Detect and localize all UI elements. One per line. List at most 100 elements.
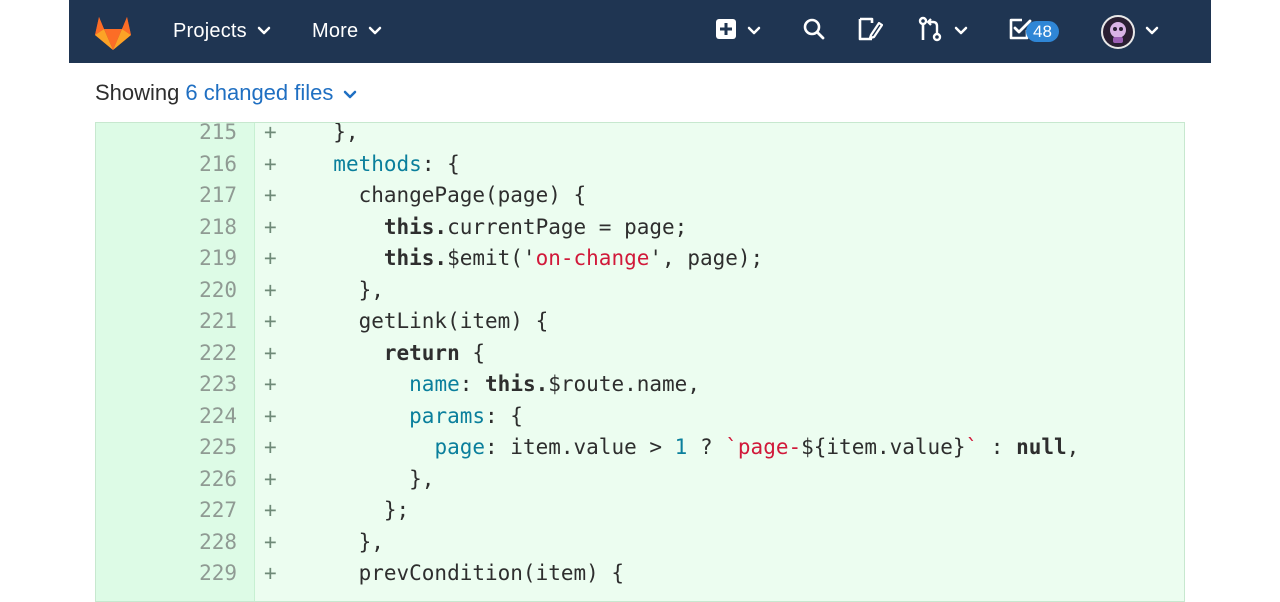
diff-line: 217 + changePage(page) {: [96, 180, 1184, 212]
code-line: },: [308, 527, 384, 559]
diff-line: 221 + getLink(item) {: [96, 306, 1184, 338]
added-line-marker: +: [264, 122, 277, 144]
code-token: params: [409, 403, 486, 428]
line-number[interactable]: 216: [175, 149, 237, 181]
code-token: page: [434, 435, 486, 459]
code-line: this.currentPage = page;: [308, 212, 687, 244]
chevron-down-icon: [954, 23, 968, 41]
line-number[interactable]: 221: [175, 306, 237, 338]
diff-line: 215 + },: [96, 122, 1184, 149]
line-number[interactable]: 217: [175, 180, 237, 212]
line-number[interactable]: 227: [175, 495, 237, 527]
issues-icon: [857, 17, 884, 46]
code-token: getLink(item) {: [308, 309, 549, 333]
line-number[interactable]: 215: [175, 123, 237, 149]
code-token: },: [308, 466, 435, 491]
code-token: `page-: [725, 435, 802, 459]
code-token: methods: [333, 151, 422, 176]
line-number[interactable]: 223: [175, 369, 237, 401]
todos-button[interactable]: 48: [1008, 0, 1059, 63]
more-label: More: [312, 20, 359, 42]
issues-button[interactable]: [857, 0, 884, 63]
search-icon: [803, 18, 825, 45]
code-token: this.: [383, 214, 448, 239]
code-token: this.: [383, 246, 448, 270]
chevron-down-icon: [343, 80, 357, 106]
code-line: name: this.$route.name,: [308, 369, 700, 401]
added-line-marker: +: [264, 403, 277, 428]
code-token: : {: [421, 151, 460, 176]
line-number[interactable]: 220: [175, 275, 237, 307]
added-line-marker: +: [264, 561, 277, 585]
code-token: {: [459, 340, 486, 365]
plus-square-icon: [715, 18, 737, 45]
added-line-marker: +: [264, 183, 277, 207]
code-token: null: [1016, 435, 1067, 459]
projects-menu[interactable]: Projects: [173, 0, 271, 63]
code-token: ?: [687, 435, 726, 459]
code-line: },: [308, 122, 359, 149]
line-number[interactable]: 219: [175, 243, 237, 275]
user-menu[interactable]: [1101, 0, 1159, 63]
new-dropdown-button[interactable]: [715, 0, 761, 63]
line-number[interactable]: 225: [175, 432, 237, 464]
code-token: 1: [674, 435, 688, 459]
added-line-marker: +: [264, 529, 277, 554]
code-line: };: [308, 495, 409, 527]
code-line: },: [308, 275, 384, 307]
gitlab-logo-icon[interactable]: [93, 0, 133, 63]
search-button[interactable]: [803, 0, 825, 63]
added-line-marker: +: [264, 466, 277, 491]
code-token: :: [978, 435, 1017, 459]
code-line: params: {: [308, 401, 523, 433]
code-token: : item.value >: [485, 435, 675, 459]
code-token: ${item.value}: [801, 435, 966, 459]
diff-line: 220 + },: [96, 275, 1184, 307]
added-line-marker: +: [264, 277, 277, 302]
showing-label: Showing: [95, 80, 180, 105]
line-number[interactable]: 224: [175, 401, 237, 433]
line-number[interactable]: 226: [175, 464, 237, 496]
code-token: },: [308, 122, 359, 144]
diff-line: 222 + return {: [96, 338, 1184, 370]
diff-view: 215 + }, 216 + methods: {217 + changePage(pa…: [95, 122, 1185, 602]
code-line: prevCondition(item) {: [308, 558, 625, 590]
code-token: `: [965, 435, 979, 459]
code-token: },: [308, 529, 384, 554]
code-token: };: [308, 498, 410, 522]
line-number[interactable]: 222: [175, 338, 237, 370]
merge-request-icon: [918, 16, 944, 47]
code-token: on-change: [535, 246, 650, 270]
top-navbar: Projects More 48: [69, 0, 1211, 63]
changed-files-dropdown[interactable]: 6 changed files: [185, 80, 357, 106]
more-menu[interactable]: More: [312, 0, 382, 63]
added-line-marker: +: [264, 435, 277, 459]
chevron-down-icon: [747, 23, 761, 41]
code-line: },: [308, 464, 434, 496]
code-line: return {: [308, 338, 485, 370]
code-token: this.: [485, 372, 549, 396]
added-line-marker: +: [264, 151, 277, 176]
code-line: this.$emit('on-change', page);: [308, 243, 763, 275]
line-number[interactable]: 218: [175, 212, 237, 244]
line-number[interactable]: 229: [175, 558, 237, 590]
diff-line: 223 + name: this.$route.name,: [96, 369, 1184, 401]
code-line: page: item.value > 1 ? `page-${item.valu…: [308, 432, 1079, 464]
code-token: changePage(page) {: [308, 183, 587, 207]
avatar: [1101, 14, 1135, 49]
added-line-marker: +: [264, 340, 277, 365]
line-number[interactable]: 228: [175, 527, 237, 559]
todos-count-badge: 48: [1026, 21, 1059, 42]
merge-requests-button[interactable]: [918, 0, 968, 63]
diff-line: 226 + },: [96, 464, 1184, 496]
diff-line: 229 + prevCondition(item) {: [96, 558, 1184, 590]
added-line-marker: +: [264, 372, 277, 396]
projects-label: Projects: [173, 20, 247, 42]
code-token: $emit(': [447, 246, 536, 270]
